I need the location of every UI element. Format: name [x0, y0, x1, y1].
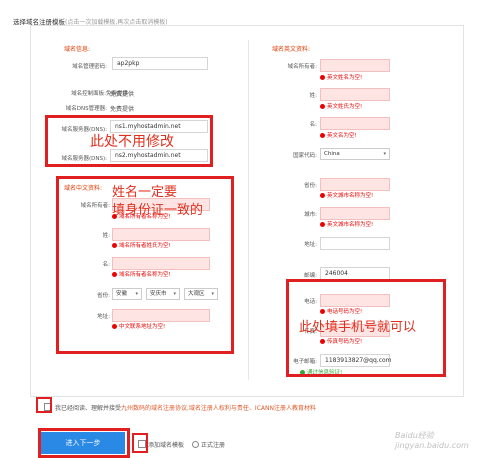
- en-address-label: 地址:: [304, 242, 317, 248]
- en-given-label: 名:: [309, 122, 317, 128]
- control-panel-value-text: 免费提供: [110, 91, 135, 98]
- country-label: 国家代码:: [293, 153, 317, 159]
- en-surname-error: 英文姓氏为空!: [320, 102, 362, 110]
- en-given-input[interactable]: [320, 117, 390, 130]
- en-owner-error-text: 英文姓名为空!: [327, 75, 363, 81]
- en-surname-label: 姓:: [309, 93, 317, 99]
- en-province-error: 英文城市名称为空!: [320, 191, 373, 199]
- en-city-input[interactable]: [320, 207, 390, 220]
- formal-register-label: 正式注册: [200, 442, 225, 449]
- chevron-down-icon: ▾: [383, 151, 386, 157]
- template-options: 添加域名模板 正式注册: [138, 440, 225, 449]
- annotation-box-template: [132, 433, 148, 453]
- country-select[interactable]: China ▾: [320, 148, 390, 160]
- control-panel-value: 免费提供: [106, 91, 129, 97]
- error-icon: [320, 221, 325, 227]
- mgmt-password-label: 域名管理密码:: [72, 64, 107, 70]
- column-divider: [248, 40, 249, 380]
- error-icon: [320, 74, 325, 80]
- control-panel-label: 域名控制面板:免费提供: [40, 89, 129, 97]
- en-owner-label: 域名所有者:: [287, 64, 317, 70]
- mgmt-password-input[interactable]: ap2pkp: [112, 57, 208, 70]
- annotation-box-agree: [36, 397, 52, 413]
- annotation-no-change: 此处不用修改: [90, 134, 174, 150]
- section-domain-info: 域名信息:: [64, 46, 91, 53]
- agree-row: 我已经阅读、理解并接受九州数码的域名注册协议,域名注册人权利与责任、ICANN注…: [44, 403, 316, 412]
- en-province-error-text: 英文城市名称为空!: [327, 193, 374, 199]
- en-city-error: 英文城市名称为空!: [320, 220, 373, 228]
- postcode-label: 邮编:: [304, 273, 317, 279]
- agree-prefix: 我已经阅读、理解并接受: [55, 405, 122, 412]
- en-address-input[interactable]: [320, 237, 390, 250]
- radio-icon[interactable]: [191, 440, 199, 448]
- en-city-label: 城市:: [304, 212, 317, 218]
- watermark: Baidu经验 jingyan.baidu.com: [395, 431, 469, 450]
- annotation-phone: 此处填手机号就可以: [299, 320, 417, 335]
- country-value: China: [324, 151, 340, 157]
- error-icon: [320, 103, 325, 109]
- en-owner-input[interactable]: [320, 59, 390, 72]
- en-city-error-text: 英文城市名称为空!: [327, 222, 374, 228]
- agree-link[interactable]: 九州数码的域名注册协议,域名注册人权利与责任、ICANN注册人教育材料: [121, 405, 316, 412]
- en-given-error: 英文名为空!: [320, 131, 357, 139]
- control-panel-label-text: 域名控制面板:: [71, 91, 106, 97]
- add-template-label: 添加域名模板: [148, 442, 185, 449]
- dns-manager-label: 域名DNS管理器:: [65, 106, 107, 112]
- dns-manager-value: 免费提供: [110, 106, 135, 113]
- annotation-name-line2: 填身份证一致的: [112, 203, 204, 218]
- section-domain-en: 域名英文资料:: [272, 46, 311, 53]
- annotation-box-next: [38, 428, 130, 458]
- en-surname-input[interactable]: [320, 88, 390, 101]
- en-given-error-text: 英文名为空!: [327, 133, 357, 139]
- error-icon: [320, 192, 325, 198]
- en-owner-error: 英文姓名为空!: [320, 73, 362, 81]
- error-icon: [320, 132, 325, 138]
- annotation-name-line1: 姓名一定要: [112, 185, 178, 200]
- en-surname-error-text: 英文姓氏为空!: [327, 104, 363, 110]
- en-province-label: 省份:: [304, 183, 317, 189]
- en-province-input[interactable]: [320, 178, 390, 191]
